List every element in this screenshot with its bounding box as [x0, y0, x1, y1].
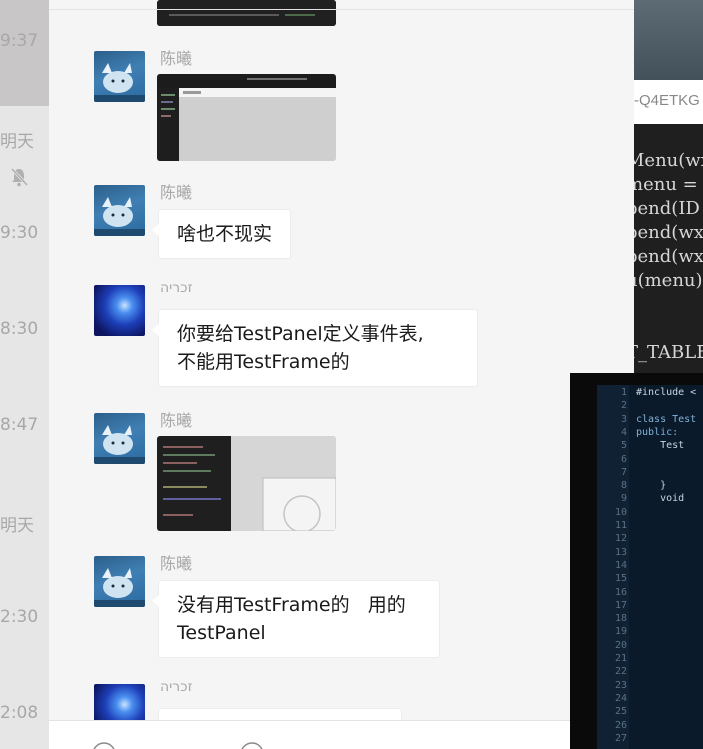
code-line: Test: [636, 440, 685, 452]
line-number: 1: [620, 387, 627, 398]
line-number: 6: [620, 453, 627, 465]
line-number: 16: [614, 586, 627, 598]
sender-name: זכריה: [160, 280, 193, 296]
session-time: 明天: [0, 516, 34, 536]
line-number: 21: [614, 653, 627, 664]
chat-panel: 陈曦 陈曦 啥也不现实 זכריה 你要给TestPanel定义事件表, 不能用…: [49, 0, 634, 749]
sender-name: 陈曦: [160, 49, 193, 68]
avatar[interactable]: [94, 185, 145, 236]
line-number: 3: [620, 413, 627, 425]
line-number: 24: [614, 692, 627, 704]
code-editor-window: 1 2 3 4 5 6 7 8 9 10 11 12 13 14 15 16 17 18 19 20 21 22 23 24 2…: [570, 373, 703, 749]
whale-icon: [94, 568, 145, 607]
input-toolbar: [49, 720, 634, 749]
session-time: 2:30: [0, 607, 39, 627]
toolbar-icons: [93, 742, 263, 749]
sender-name: 陈曦: [160, 411, 193, 430]
avatar[interactable]: [94, 51, 145, 102]
line-number: 13: [614, 546, 627, 558]
line-number: 10: [614, 506, 627, 518]
session-time: 8:30: [0, 319, 39, 339]
window-title: -Q4ETKG: [634, 92, 700, 109]
code-line: #include <: [636, 387, 697, 398]
sender-name: 陈曦: [160, 183, 193, 202]
avatar[interactable]: [94, 413, 145, 464]
mute-bell-icon: [10, 167, 28, 187]
wallpaper-image: [634, 0, 703, 80]
ide-screenshot-thumbnail: [157, 436, 336, 531]
code-line: class Test: [636, 413, 697, 425]
sender-name: זכריה: [160, 679, 193, 695]
whale-icon: [94, 197, 145, 236]
line-number: 23: [614, 679, 627, 691]
line-number: 4: [620, 426, 627, 438]
whale-icon: [94, 63, 145, 102]
code-line: pend(wx: [634, 246, 703, 267]
message-bubble[interactable]: 没有用TestFrame的 用的 TestPanel: [152, 580, 440, 658]
code-line: public:: [636, 426, 679, 438]
session-time: 2:08: [0, 703, 39, 723]
code-screenshot-thumbnail: [157, 0, 336, 26]
line-number: 12: [614, 533, 627, 545]
session-list: 9:37 明天 9:30 8:30 8:47 明天 2:30 2:08: [0, 0, 49, 749]
line-number: 9: [620, 493, 627, 505]
code-line: }: [636, 480, 667, 492]
code-line: menu =: [634, 174, 698, 195]
image-message[interactable]: [157, 436, 336, 531]
clock-icon: [241, 742, 263, 749]
line-number: 25: [614, 706, 627, 718]
line-number: 5: [620, 440, 627, 452]
avatar[interactable]: [94, 556, 145, 607]
line-number: 14: [614, 559, 627, 571]
line-number: 26: [614, 719, 627, 731]
session-time: 9:37: [0, 31, 39, 51]
code-line: Menu(wx: [634, 150, 703, 171]
avatar[interactable]: [94, 285, 145, 336]
message-bubble[interactable]: 啥也不现实: [151, 209, 292, 259]
code-line: u(menu): [634, 270, 703, 291]
code-line: void: [636, 493, 685, 505]
line-number: 8: [620, 480, 627, 492]
code-line: pend(ID: [634, 198, 700, 219]
emoji-icon: [93, 742, 115, 749]
line-number: 27: [614, 732, 627, 744]
line-number: 11: [614, 520, 627, 531]
message-bubble[interactable]: 你要给TestPanel定义事件表, 不能用TestFrame的: [152, 309, 478, 387]
line-number: 7: [620, 466, 627, 478]
session-time: 9:30: [0, 223, 39, 243]
session-time: 明天: [0, 132, 34, 152]
line-number: 20: [614, 639, 627, 651]
line-number: 2: [620, 400, 627, 412]
ide-screenshot-thumbnail: [157, 74, 336, 161]
line-number: 15: [614, 573, 627, 585]
line-number: 22: [614, 666, 627, 678]
code-line: T_TABLE: [634, 342, 703, 363]
line-number: 18: [614, 613, 627, 625]
line-number: 17: [614, 599, 627, 611]
image-message-partial[interactable]: [157, 0, 336, 26]
session-time: 8:47: [0, 415, 39, 435]
divider: [49, 9, 634, 10]
sender-name: 陈曦: [160, 554, 193, 573]
session-item-selected[interactable]: [0, 0, 49, 106]
code-line: pend(wx: [634, 222, 703, 243]
image-message[interactable]: [157, 74, 336, 161]
whale-icon: [94, 425, 145, 464]
line-number: 19: [614, 626, 627, 638]
